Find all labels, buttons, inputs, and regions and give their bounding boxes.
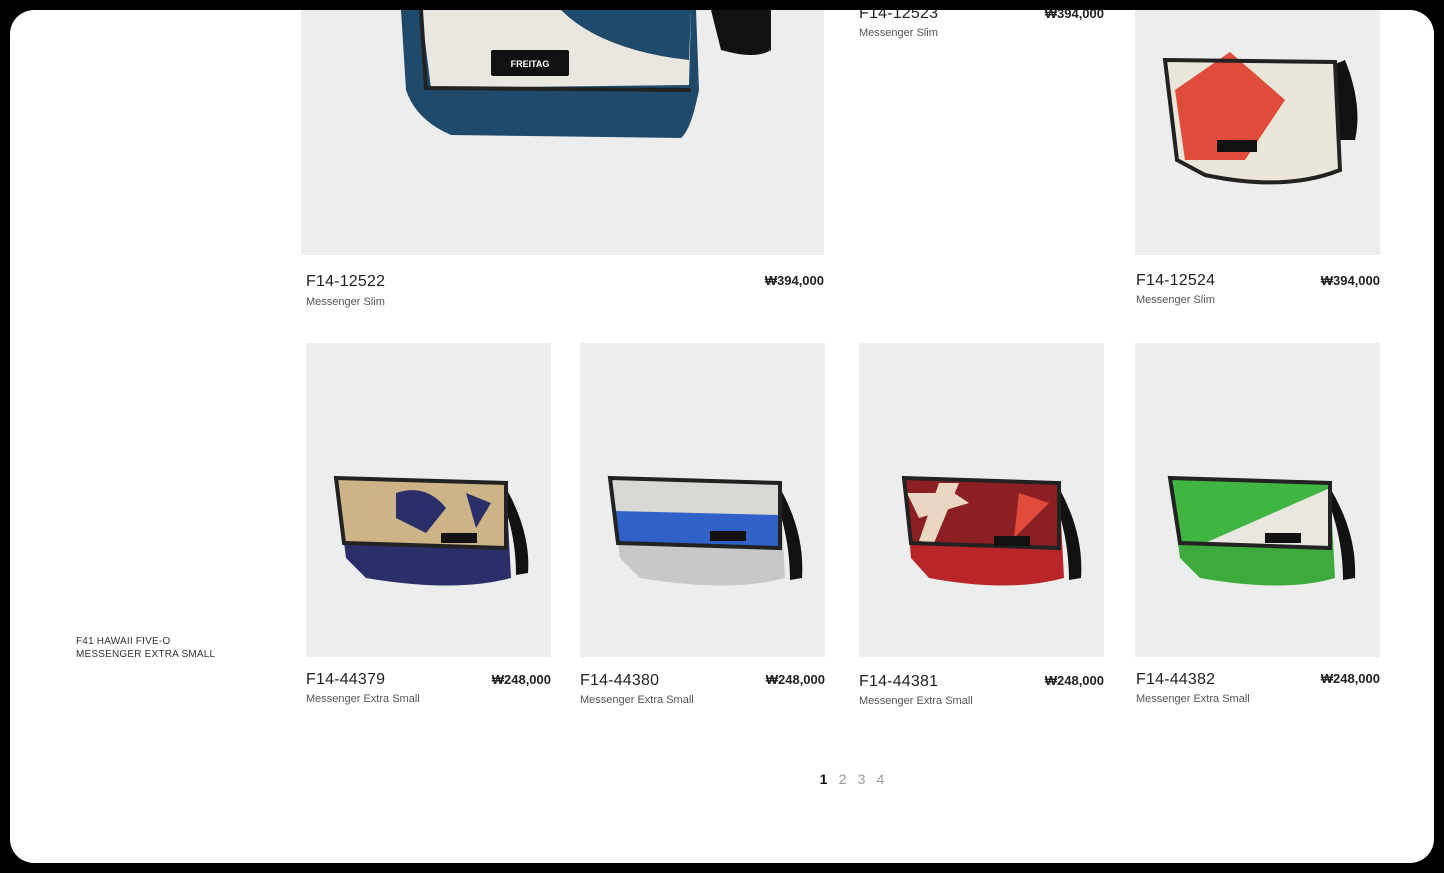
page-link-3[interactable]: 3 (852, 771, 871, 787)
page-link-1[interactable]: 1 (814, 771, 833, 787)
product-image[interactable] (859, 343, 1104, 657)
product-image[interactable] (580, 343, 825, 657)
product-type: Messenger Extra Small (859, 695, 973, 707)
product-code[interactable]: F14-44381 (859, 673, 938, 691)
product-type: Messenger Slim (306, 296, 385, 308)
collection-name: F41 HAWAII FIVE-O (76, 636, 171, 647)
product-type: Messenger Slim (859, 27, 938, 39)
product-type: Messenger Extra Small (1136, 693, 1250, 705)
product-price: ₩394,000 (1044, 10, 1104, 21)
product-image[interactable] (1135, 10, 1380, 255)
product-code[interactable]: F14-12524 (1136, 272, 1215, 290)
page-link-2[interactable]: 2 (833, 771, 852, 787)
product-price: ₩248,000 (1320, 671, 1380, 686)
product-code[interactable]: F14-44380 (580, 672, 659, 690)
product-type: Messenger Slim (1136, 294, 1215, 306)
product-price: ₩394,000 (1320, 273, 1380, 288)
product-price: ₩394,000 (764, 273, 824, 288)
page-frame: FREITAG F14-12522 Messenger Slim ₩394,00… (10, 10, 1434, 863)
product-code[interactable]: F14-44382 (1136, 671, 1215, 689)
product-code[interactable]: F14-44379 (306, 671, 385, 689)
product-type: Messenger Extra Small (580, 694, 694, 706)
product-code[interactable]: F14-12522 (306, 273, 385, 291)
collection-type: MESSENGER EXTRA SMALL (76, 649, 216, 660)
product-price: ₩248,000 (765, 672, 825, 687)
product-image[interactable]: FREITAG (301, 10, 824, 255)
product-image[interactable] (306, 343, 551, 657)
product-price: ₩248,000 (491, 672, 551, 687)
product-code[interactable]: F14-12523 (859, 10, 938, 23)
page-link-4[interactable]: 4 (871, 771, 890, 787)
brand-label: FREITAG (511, 59, 550, 69)
product-image[interactable] (1135, 343, 1380, 657)
product-type: Messenger Extra Small (306, 693, 420, 705)
pagination: 1234 (814, 771, 890, 787)
sidebar-collection-label[interactable]: F41 HAWAII FIVE-O MESSENGER EXTRA SMALL (76, 635, 215, 661)
product-price: ₩248,000 (1044, 673, 1104, 688)
